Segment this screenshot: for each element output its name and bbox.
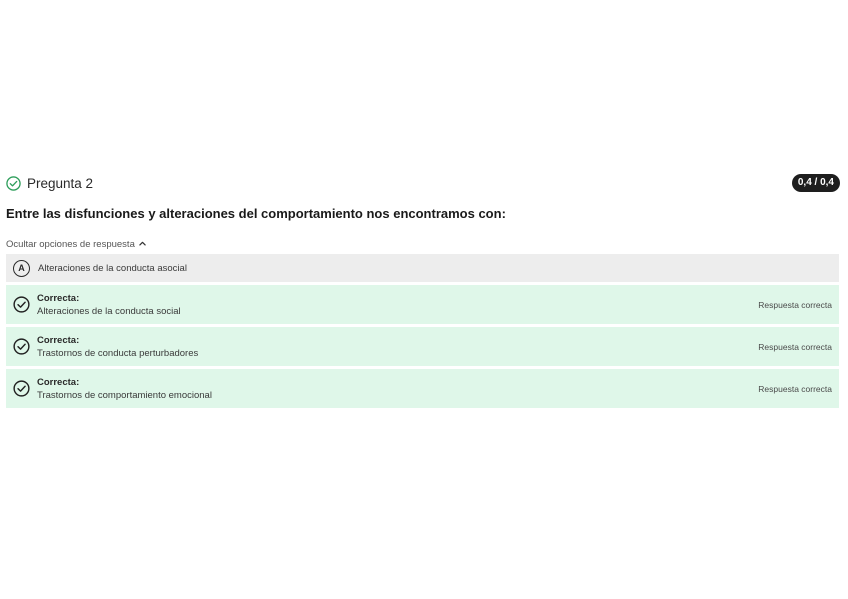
answer-option: A Alteraciones de la conducta asocial (6, 254, 839, 282)
option-text: Trastornos de conducta perturbadores (37, 347, 199, 359)
option-letter-badge: A (13, 259, 30, 277)
question-title-group: Pregunta 2 (6, 176, 93, 191)
option-correct-label: Correcta: (37, 376, 80, 388)
option-body: Alteraciones de la conducta asocial (38, 262, 832, 275)
question-title: Pregunta 2 (27, 175, 94, 191)
question-card: Pregunta 2 0,4 / 0,4 Entre las disfuncio… (6, 173, 840, 411)
check-circle-icon (13, 296, 30, 313)
check-circle-icon (6, 175, 21, 191)
toggle-options-button[interactable]: Ocultar opciones de respuesta (6, 238, 839, 250)
option-text: Trastornos de comportamiento emocional (37, 389, 212, 401)
option-result: Respuesta correcta (758, 383, 832, 394)
option-text: Alteraciones de la conducta social (37, 305, 181, 317)
option-body: Correcta: Trastornos de comportamiento e… (37, 376, 758, 402)
option-text: Alteraciones de la conducta asocial (38, 262, 187, 274)
option-result: Respuesta correcta (758, 341, 832, 352)
option-correct-label: Correcta: (37, 292, 80, 304)
check-circle-icon (13, 380, 30, 397)
question-header: Pregunta 2 0,4 / 0,4 (6, 173, 840, 193)
option-result: Respuesta correcta (758, 299, 832, 310)
question-text: Entre las disfunciones y alteraciones de… (6, 206, 506, 221)
answer-option: Correcta: Trastornos de conducta perturb… (6, 327, 839, 366)
check-circle-icon (13, 338, 30, 355)
option-body: Correcta: Trastornos de conducta perturb… (37, 334, 758, 360)
answer-option: Correcta: Alteraciones de la conducta so… (6, 285, 839, 324)
option-body: Correcta: Alteraciones de la conducta so… (37, 292, 758, 318)
score-badge: 0,4 / 0,4 (791, 174, 840, 192)
answer-options: A Alteraciones de la conducta asocial Co… (6, 254, 839, 408)
answer-option: Correcta: Trastornos de comportamiento e… (6, 369, 839, 408)
chevron-up-icon (139, 239, 146, 248)
toggle-options-label: Ocultar opciones de respuesta (6, 238, 135, 250)
option-correct-label: Correcta: (37, 334, 80, 346)
